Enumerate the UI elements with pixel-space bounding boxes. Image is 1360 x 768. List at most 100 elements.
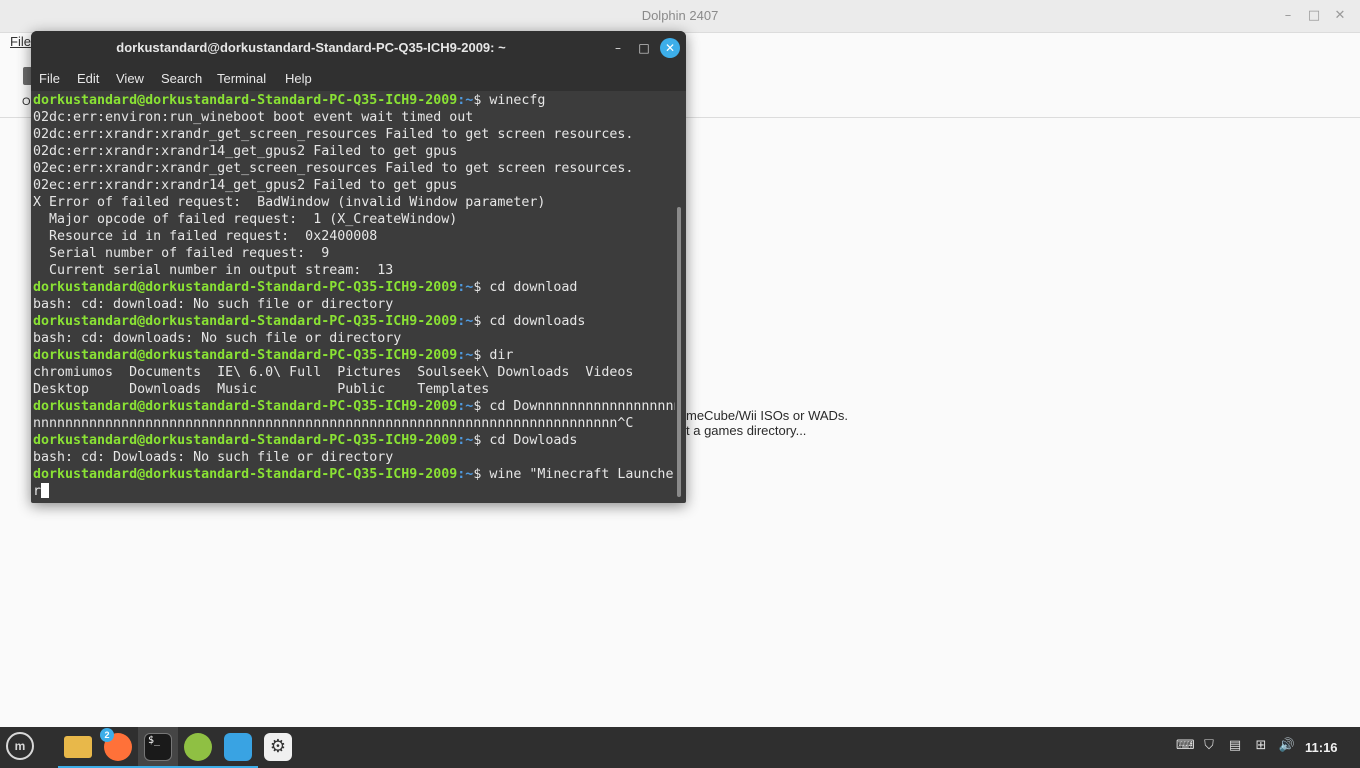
prompt-path: :~ [457,280,474,295]
taskbar-files-button[interactable] [58,727,98,768]
network-icon[interactable]: ⊞ [1253,738,1269,756]
terminal-maximize-icon[interactable]: □ [635,39,653,57]
terminal-scrollbar[interactable] [677,207,681,497]
terminal-prompt-line: dorkustandard@dorkustandard-Standard-PC-… [33,92,675,109]
terminal-output-line: r [33,483,675,500]
output-text: 02dc:err:xrandr:xrandr14_get_gpus2 Faile… [33,144,458,159]
output-text: 02ec:err:xrandr:xrandr14_get_gpus2 Faile… [33,178,458,193]
prompt-user-host: dorkustandard@dorkustandard-Standard-PC-… [33,314,458,329]
terminal-menu-search[interactable]: Search [161,71,202,86]
terminal-output-line: 02dc:err:environ:run_wineboot boot event… [33,109,675,126]
terminal-menu-edit[interactable]: Edit [77,71,99,86]
output-text: chromiumos Documents IE\ 6.0\ Full Pictu… [33,365,634,380]
dolphin-empty-message-line-2[interactable]: t a games directory... [686,423,806,438]
minimize-icon[interactable]: – [1278,6,1298,26]
maximize-icon[interactable]: □ [1304,6,1324,26]
output-text: X Error of failed request: BadWindow (in… [33,195,546,210]
terminal-close-icon[interactable]: ✕ [660,38,680,58]
prompt-command: $ cd download [473,280,578,295]
prompt-command: $ wine "Minecraft Launche [473,467,674,482]
terminal-output-line: chromiumos Documents IE\ 6.0\ Full Pictu… [33,364,675,381]
notification-badge: 2 [100,728,114,742]
output-text: 02dc:err:environ:run_wineboot boot event… [33,110,474,125]
taskbar-terminal-button[interactable]: $_ [138,727,178,768]
terminal-menu-file[interactable]: File [39,71,60,86]
taskbar-dolphin-button[interactable] [218,727,258,768]
terminal-output-line: X Error of failed request: BadWindow (in… [33,194,675,211]
terminal-menu-view[interactable]: View [116,71,144,86]
shield-icon[interactable]: ⛉ [1200,738,1218,756]
dolphin-emulator-icon [224,733,252,761]
output-text: Current serial number in output stream: … [33,263,394,278]
terminal-title: dorkustandard@dorkustandard-Standard-PC-… [116,40,506,55]
output-text: Serial number of failed request: 9 [33,246,330,261]
dolphin-empty-message-line-1: meCube/Wii ISOs or WADs. [686,408,849,423]
prompt-command: $ cd downloads [473,314,586,329]
terminal-menu-terminal[interactable]: Terminal [217,71,266,86]
dolphin-titlebar: Dolphin 2407 – □ ✕ [0,0,1360,33]
terminal-output-line: bash: cd: downloads: No such file or dir… [33,330,675,347]
prompt-user-host: dorkustandard@dorkustandard-Standard-PC-… [33,348,458,363]
prompt-user-host: dorkustandard@dorkustandard-Standard-PC-… [33,467,458,482]
terminal-output-line: 02ec:err:xrandr:xrandr_get_screen_resour… [33,160,675,177]
output-text: 02ec:err:xrandr:xrandr_get_screen_resour… [33,161,634,176]
terminal-output-line: Desktop Downloads Music Public Templates [33,381,675,398]
prompt-path: :~ [457,433,474,448]
prompt-command: $ cd Downnnnnnnnnnnnnnnnnn [473,399,675,414]
prompt-path: :~ [457,399,474,414]
prompt-command: $ winecfg [473,93,546,108]
terminal-prompt-line: dorkustandard@dorkustandard-Standard-PC-… [33,313,675,330]
output-text: 02dc:err:xrandr:xrandr_get_screen_resour… [33,127,634,142]
terminal-output-line: 02ec:err:xrandr:xrandr14_get_gpus2 Faile… [33,177,675,194]
prompt-command: $ dir [473,348,514,363]
settings-icon: ⚙ [264,733,292,761]
terminal-output-line: Serial number of failed request: 9 [33,245,675,262]
prompt-user-host: dorkustandard@dorkustandard-Standard-PC-… [33,433,458,448]
output-text: nnnnnnnnnnnnnnnnnnnnnnnnnnnnnnnnnnnnnnnn… [33,416,634,431]
text-cursor [41,483,50,498]
terminal-prompt-line: dorkustandard@dorkustandard-Standard-PC-… [33,398,675,415]
terminal-output-line: 02dc:err:xrandr:xrandr_get_screen_resour… [33,126,675,143]
terminal-prompt-line: dorkustandard@dorkustandard-Standard-PC-… [33,347,675,364]
prompt-path: :~ [457,314,474,329]
terminal-prompt-line: dorkustandard@dorkustandard-Standard-PC-… [33,432,675,449]
calculator-icon [184,733,212,761]
prompt-command: $ cd Dowloads [473,433,578,448]
close-icon[interactable]: ✕ [1330,6,1350,26]
terminal-output-line: Major opcode of failed request: 1 (X_Cre… [33,211,675,228]
clipboard-icon[interactable]: ▤ [1227,738,1243,756]
dolphin-window-title: Dolphin 2407 [641,8,719,23]
dolphin-menu-file[interactable]: File [10,34,31,49]
terminal-menu-help[interactable]: Help [285,71,312,86]
terminal-prompt-line: dorkustandard@dorkustandard-Standard-PC-… [33,466,675,483]
terminal-window[interactable]: dorkustandard@dorkustandard-Standard-PC-… [31,31,686,503]
volume-icon[interactable]: 🔊 [1278,738,1296,756]
terminal-output-line: nnnnnnnnnnnnnnnnnnnnnnnnnnnnnnnnnnnnnnnn… [33,415,675,432]
terminal-icon: $_ [144,733,172,761]
taskbar-settings-button[interactable]: ⚙ [258,727,298,768]
prompt-user-host: dorkustandard@dorkustandard-Standard-PC-… [33,93,458,108]
prompt-user-host: dorkustandard@dorkustandard-Standard-PC-… [33,399,458,414]
terminal-output-line: bash: cd: Dowloads: No such file or dire… [33,449,675,466]
terminal-titlebar[interactable]: dorkustandard@dorkustandard-Standard-PC-… [31,31,686,65]
prompt-user-host: dorkustandard@dorkustandard-Standard-PC-… [33,280,458,295]
prompt-path: :~ [457,93,474,108]
terminal-output[interactable]: dorkustandard@dorkustandard-Standard-PC-… [33,92,675,502]
output-text: Resource id in failed request: 0x2400008 [33,229,378,244]
terminal-output-line: bash: cd: download: No such file or dire… [33,296,675,313]
terminal-prompt-line: dorkustandard@dorkustandard-Standard-PC-… [33,279,675,296]
output-text: Major opcode of failed request: 1 (X_Cre… [33,212,458,227]
terminal-output-line: Current serial number in output stream: … [33,262,675,279]
terminal-minimize-icon[interactable]: – [609,39,627,57]
mint-menu-icon[interactable]: m [6,732,34,760]
output-text: r [33,484,42,499]
prompt-path: :~ [457,467,474,482]
taskbar-calculator-button[interactable] [178,727,218,768]
keyboard-layout-icon[interactable]: ⌨ [1176,738,1195,756]
output-text: bash: cd: downloads: No such file or dir… [33,331,402,346]
clock[interactable]: 11:16 [1305,740,1338,755]
output-text: Desktop Downloads Music Public Templates [33,382,490,397]
files-icon [64,736,92,758]
terminal-output-line: 02dc:err:xrandr:xrandr14_get_gpus2 Faile… [33,143,675,160]
prompt-path: :~ [457,348,474,363]
